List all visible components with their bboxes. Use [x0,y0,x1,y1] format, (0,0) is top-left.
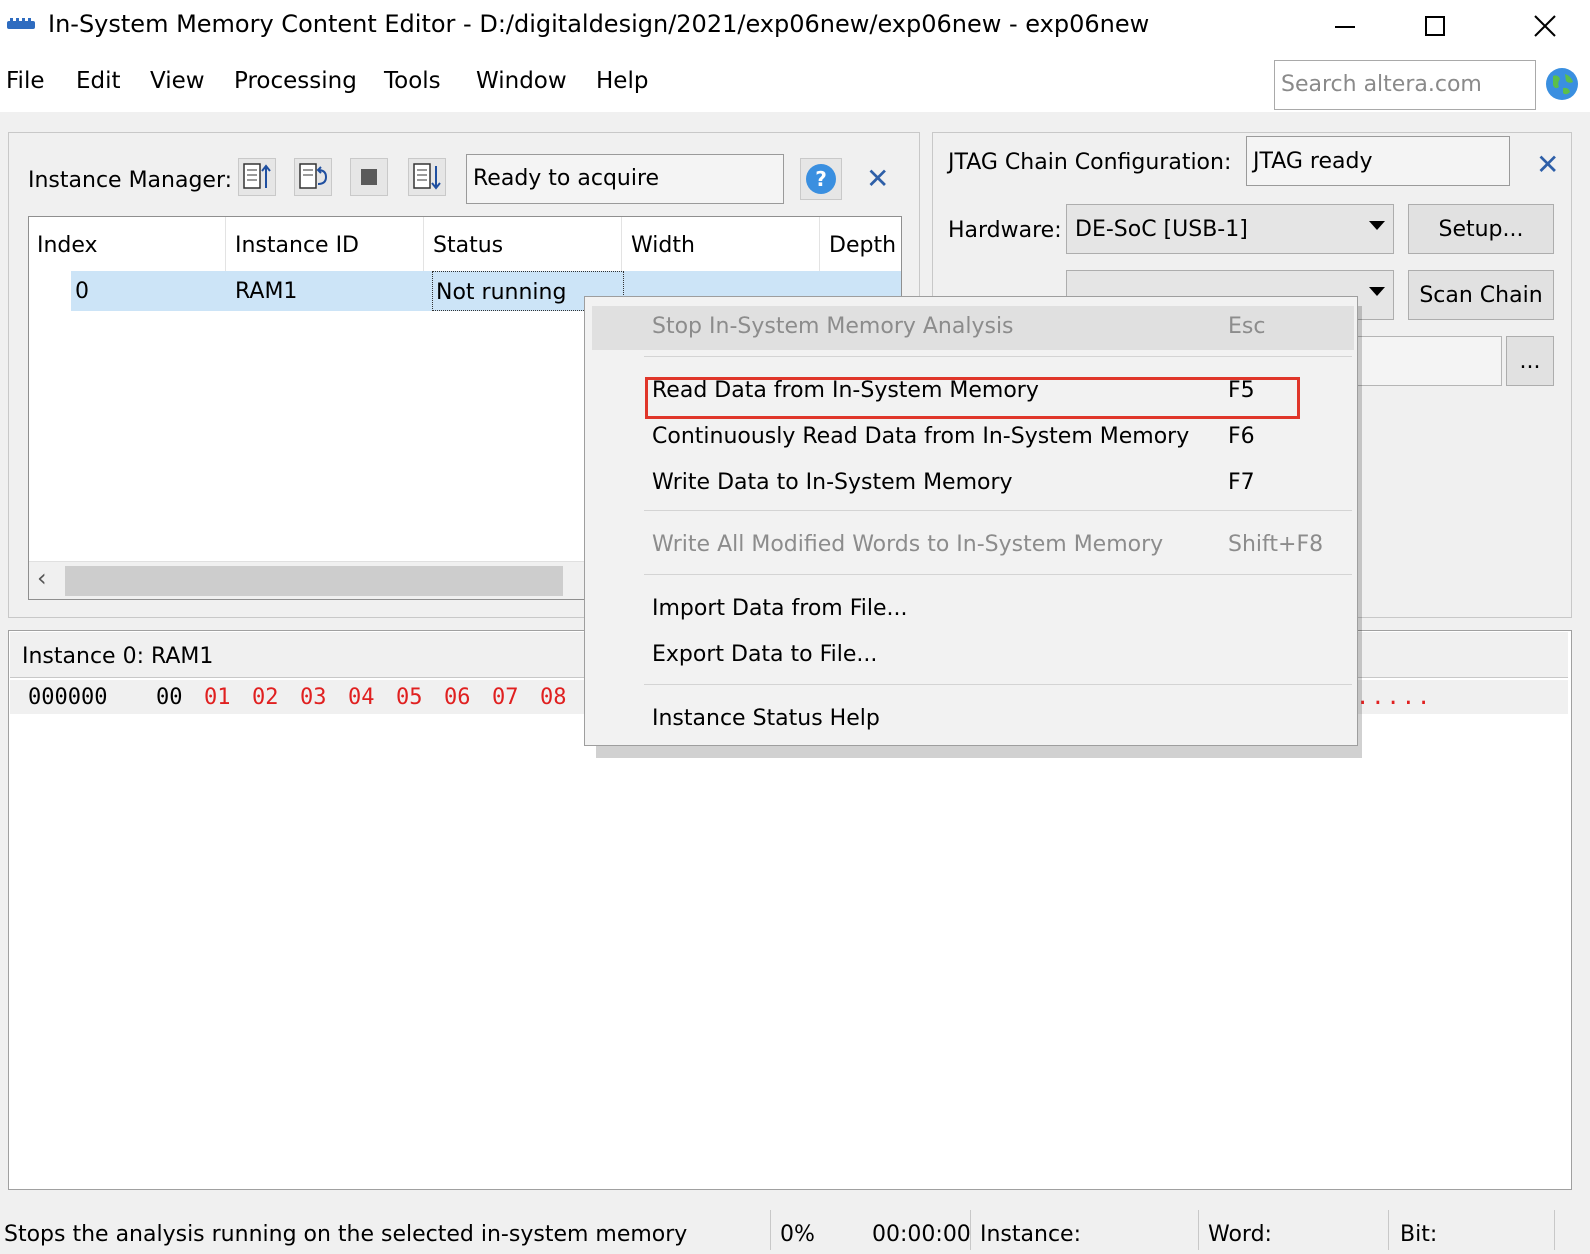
scan-chain-button[interactable]: Scan Chain [1408,270,1554,320]
status-separator [1198,1210,1199,1250]
column-separator [423,217,424,271]
menu-item-status-help[interactable]: Instance Status Help [652,706,880,731]
menu-item-stop-analysis[interactable]: Stop In-System Memory Analysis [652,314,1014,339]
status-bit-label: Bit: [1400,1222,1438,1247]
menu-tools[interactable]: Tools [384,68,441,94]
cell-index: 0 [75,279,89,304]
highlight-annotation [645,377,1300,419]
browse-button[interactable]: ... [1506,336,1554,386]
maximize-icon [1425,16,1445,36]
jtag-status-field: JTAG ready [1246,136,1510,186]
jtag-label: JTAG Chain Configuration: [948,150,1232,175]
close-jtag-icon[interactable]: ✕ [1536,148,1559,181]
status-message: Stops the analysis running on the select… [4,1222,688,1247]
status-word-label: Word: [1208,1222,1272,1247]
read-data-icon [243,163,271,189]
memory-word[interactable]: 08 [540,685,567,710]
menu-file[interactable]: File [6,68,45,94]
shortcut-label: F7 [1228,470,1255,495]
context-menu [584,296,1358,746]
menu-item-continuous-read[interactable]: Continuously Read Data from In-System Me… [652,424,1189,449]
menu-separator [644,510,1352,511]
memory-word[interactable]: 04 [348,685,375,710]
column-header-instance-id[interactable]: Instance ID [235,233,359,258]
read-data-button[interactable] [238,158,276,196]
instance-manager-label: Instance Manager: [28,168,233,193]
memory-address: 000000 [28,685,108,710]
menu-item-import-data[interactable]: Import Data from File... [652,596,908,621]
memory-word[interactable]: 00 [156,685,183,710]
setup-button[interactable]: Setup... [1408,204,1554,254]
search-input[interactable]: Search altera.com [1274,60,1536,110]
maximize-button[interactable] [1390,0,1480,52]
column-separator [621,217,622,271]
stop-icon [361,169,377,185]
scroll-left-icon[interactable]: ‹ [37,564,47,592]
menu-item-write-data[interactable]: Write Data to In-System Memory [652,470,1013,495]
menu-separator [644,356,1352,357]
shortcut-label: F6 [1228,424,1255,449]
close-window-button[interactable] [1500,0,1590,52]
memory-word[interactable]: 05 [396,685,423,710]
shortcut-label: Esc [1228,314,1266,339]
shortcut-label: Shift+F8 [1228,532,1324,557]
column-header-status[interactable]: Status [433,233,503,258]
column-header-width[interactable]: Width [631,233,695,258]
help-button[interactable]: ? [800,158,842,200]
window-title: In-System Memory Content Editor - D:/dig… [48,10,1150,38]
column-separator [819,217,820,271]
chevron-down-icon [1369,221,1385,230]
menu-item-export-data[interactable]: Export Data to File... [652,642,877,667]
cell-instance-id: RAM1 [235,279,298,304]
menu-window[interactable]: Window [476,68,567,94]
status-separator [1554,1210,1555,1250]
status-separator [770,1210,771,1250]
column-header-index[interactable]: Index [37,233,98,258]
status-progress: 0% [780,1222,815,1247]
memory-word[interactable]: 06 [444,685,471,710]
app-icon [7,18,35,29]
continuous-read-icon [299,163,328,189]
memory-word[interactable]: 03 [300,685,327,710]
menu-view[interactable]: View [150,68,205,94]
chevron-down-icon [1369,287,1385,296]
menu-edit[interactable]: Edit [76,68,121,94]
memory-ascii: ..... [1356,685,1433,710]
close-icon [1534,15,1556,37]
continuous-read-button[interactable] [294,158,332,196]
menu-processing[interactable]: Processing [234,68,357,94]
hardware-label: Hardware: [948,218,1062,243]
status-separator [970,1210,971,1250]
hardware-select[interactable]: DE-SoC [USB-1] [1066,204,1394,254]
svg-text:?: ? [815,167,827,191]
menu-separator [644,684,1352,685]
memory-word[interactable]: 07 [492,685,519,710]
write-data-button[interactable] [408,158,446,196]
menu-help[interactable]: Help [596,68,648,94]
minimize-button[interactable] [1300,0,1390,52]
status-instance-label: Instance: [980,1222,1081,1247]
scrollbar-thumb[interactable] [65,566,563,596]
close-instance-manager-icon[interactable]: ✕ [866,162,889,195]
column-separator [225,217,226,271]
column-header-depth[interactable]: Depth [829,233,896,258]
help-icon: ? [806,164,836,194]
menu-separator [644,574,1352,575]
memory-word[interactable]: 01 [204,685,231,710]
acquire-status-field: Ready to acquire [466,154,784,204]
status-elapsed: 00:00:00 [872,1222,971,1247]
globe-icon[interactable] [1544,66,1580,102]
minimize-icon [1335,26,1355,28]
status-separator [1388,1210,1389,1250]
stop-button[interactable] [350,158,388,196]
memory-title: Instance 0: RAM1 [22,644,214,669]
hardware-value: DE-SoC [USB-1] [1075,217,1248,242]
memory-word[interactable]: 02 [252,685,279,710]
menu-item-write-all-modified[interactable]: Write All Modified Words to In-System Me… [652,532,1163,557]
write-data-icon [413,163,441,190]
